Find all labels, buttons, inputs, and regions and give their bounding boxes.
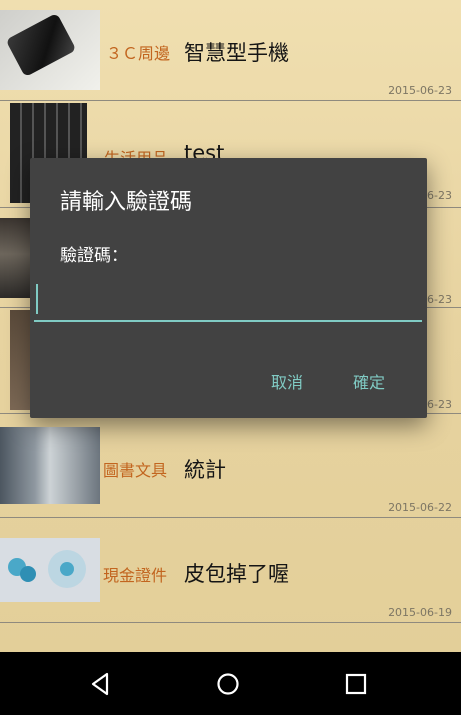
recents-icon (345, 673, 367, 694)
verification-dialog: 請輸入驗證碼 驗證碼： 取消 確定 (30, 158, 427, 418)
back-button[interactable] (55, 652, 145, 715)
verification-code-input[interactable] (34, 280, 422, 322)
text-cursor (36, 284, 38, 314)
dialog-title: 請輸入驗證碼 (60, 190, 193, 215)
cancel-button[interactable]: 取消 (271, 369, 303, 393)
navigation-bar (0, 652, 461, 715)
recents-button[interactable] (311, 652, 401, 715)
verification-code-label: 驗證碼： (60, 246, 128, 266)
home-button[interactable] (183, 652, 273, 715)
confirm-button[interactable]: 確定 (353, 369, 385, 393)
home-icon (217, 672, 239, 695)
back-icon (91, 672, 109, 695)
